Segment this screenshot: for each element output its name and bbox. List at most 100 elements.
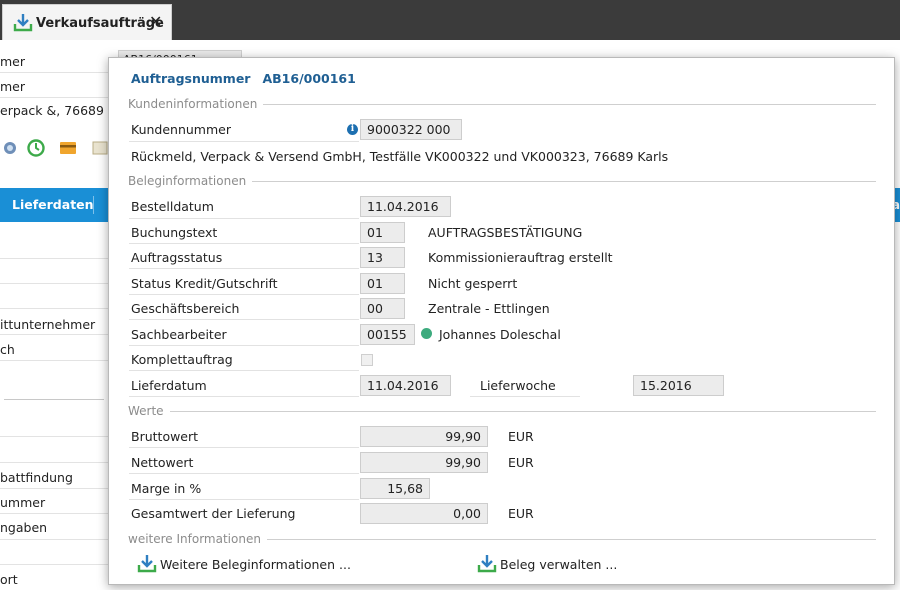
bg-row-divider [0, 564, 108, 565]
auftragsstatus-code-field[interactable]: 13 [360, 247, 405, 268]
tab-lieferdaten[interactable]: Lieferdaten [12, 197, 94, 212]
info-icon[interactable]: i [347, 124, 358, 135]
section-beleginformationen: Beleginformationen [128, 174, 876, 188]
network-icon[interactable] [0, 138, 20, 158]
geschaeftsbereich-text: Zentrale - Ettlingen [428, 301, 550, 316]
popup-title: Auftragsnummer AB16/000161 [131, 71, 356, 86]
bg-row-divider [0, 488, 108, 489]
section-title: Beleginformationen [128, 174, 253, 188]
weitere-beleginformationen-link[interactable]: Weitere Beleginformationen ... [137, 555, 377, 573]
buchungstext-label: Buchungstext [131, 225, 218, 240]
kundennummer-field[interactable]: 9000322 000 [360, 119, 462, 140]
section-kundeninformationen: Kundeninformationen [128, 97, 876, 111]
status-dot [421, 328, 432, 339]
bg-row-divider [0, 334, 108, 335]
komplettauftrag-label: Komplettauftrag [131, 352, 233, 367]
bg-row-divider [0, 436, 108, 437]
row-divider [129, 218, 359, 219]
geschaeftsbereich-code-field[interactable]: 00 [360, 298, 405, 319]
row-divider [129, 370, 359, 371]
auftragsstatus-label: Auftragsstatus [131, 250, 223, 265]
geschaeftsbereich-label: Geschäftsbereich [131, 301, 240, 316]
row-divider [129, 141, 359, 142]
bg-label: ummer [0, 495, 46, 510]
order-info-popup: Auftragsnummer AB16/000161 Kundeninformat… [108, 57, 895, 585]
download-icon [13, 14, 33, 32]
section-weitere-informationen: weitere Informationen [128, 532, 876, 546]
nettowert-field[interactable]: 99,90 [360, 452, 488, 473]
bestelldatum-field[interactable]: 11.04.2016 [360, 196, 451, 217]
marge-field[interactable]: 15,68 [360, 478, 430, 499]
komplettauftrag-checkbox[interactable] [361, 354, 373, 366]
row-divider [129, 345, 359, 346]
bruttowert-label: Bruttowert [131, 429, 199, 444]
currency-label: EUR [508, 429, 534, 444]
close-icon[interactable]: ✕ [149, 12, 162, 31]
document-icon[interactable] [90, 138, 110, 158]
bg-label: ittunternehmer [0, 317, 96, 332]
marge-label: Marge in % [131, 481, 202, 496]
bg-row-divider [0, 283, 108, 284]
tab-label: Verkaufsaufträge [36, 16, 164, 31]
customer-address: Rückmeld, Verpack & Versend GmbH, Testfä… [131, 149, 669, 164]
link-label: Weitere Beleginformationen ... [160, 557, 351, 572]
buchungstext-code-field[interactable]: 01 [360, 222, 405, 243]
auftragsstatus-text: Kommissionierauftrag erstellt [428, 250, 613, 265]
lieferdatum-field[interactable]: 11.04.2016 [360, 375, 451, 396]
bg-label: ort [0, 572, 18, 587]
kredit-status-code-field[interactable]: 01 [360, 273, 405, 294]
kredit-status-label: Status Kredit/Gutschrift [131, 276, 278, 291]
section-divider [128, 411, 876, 412]
bg-row-divider [0, 308, 108, 309]
sachbearbeiter-label: Sachbearbeiter [131, 327, 227, 342]
card-icon[interactable] [58, 138, 78, 158]
gesamtwert-field[interactable]: 0,00 [360, 503, 488, 524]
row-divider [129, 294, 359, 295]
section-title: Kundeninformationen [128, 97, 264, 111]
bg-label: erpack &, 76689 Ka [0, 103, 124, 118]
bg-label: ch [0, 342, 15, 357]
row-divider [129, 499, 359, 500]
bg-divider [4, 399, 104, 400]
buchungstext-text: AUFTRAGSBESTÄTIGUNG [428, 225, 583, 240]
bg-label: battfindung [0, 470, 73, 485]
section-title: weitere Informationen [128, 532, 267, 546]
bg-row-divider [0, 72, 108, 73]
download-icon [477, 555, 497, 573]
bg-row-divider [0, 462, 108, 463]
tab-verkaufsauftraege[interactable]: Verkaufsaufträge ✕ [2, 4, 172, 40]
beleg-verwalten-link[interactable]: Beleg verwalten ... [477, 555, 637, 573]
sachbearbeiter-code-field[interactable]: 00155 [360, 324, 415, 345]
bg-row-divider [0, 258, 108, 259]
bruttowert-field[interactable]: 99,90 [360, 426, 488, 447]
bg-row-divider [0, 97, 108, 98]
row-divider [129, 396, 359, 397]
gesamtwert-label: Gesamtwert der Lieferung [131, 506, 296, 521]
lieferwoche-field[interactable]: 15.2016 [633, 375, 724, 396]
row-divider [470, 396, 580, 397]
lieferdatum-label: Lieferdatum [131, 378, 207, 393]
order-number-label: Auftragsnummer [131, 71, 251, 86]
section-title: Werte [128, 404, 170, 418]
bg-label: ngaben [0, 520, 48, 535]
kredit-status-text: Nicht gesperrt [428, 276, 518, 291]
bg-label: mer [0, 54, 26, 69]
top-bar: Verkaufsaufträge ✕ [0, 0, 900, 40]
link-label: Beleg verwalten ... [500, 557, 618, 572]
row-divider [129, 243, 359, 244]
row-divider [129, 268, 359, 269]
sachbearbeiter-name: Johannes Doleschal [439, 327, 561, 342]
currency-label: EUR [508, 506, 534, 521]
tab-separator [93, 196, 94, 214]
order-number-value: AB16/000161 [262, 71, 356, 86]
currency-label: EUR [508, 455, 534, 470]
nettowert-label: Nettowert [131, 455, 194, 470]
row-divider [129, 447, 359, 448]
history-icon[interactable] [26, 138, 46, 158]
section-werte: Werte [128, 404, 876, 418]
bestelldatum-label: Bestelldatum [131, 199, 214, 214]
kundennummer-label: Kundennummer [131, 122, 231, 137]
lieferwoche-label: Lieferwoche [480, 378, 556, 393]
row-divider [129, 319, 359, 320]
bg-row-divider [0, 539, 108, 540]
